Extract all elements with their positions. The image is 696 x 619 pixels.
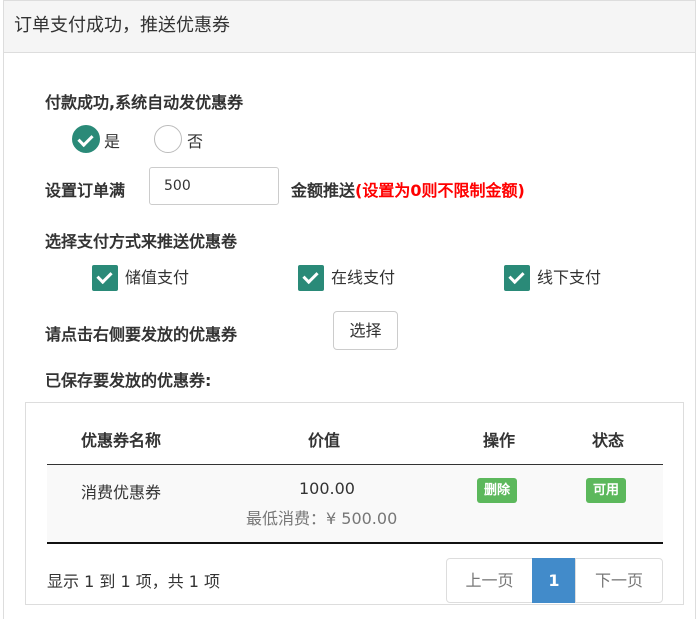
status-badge: 可用 [586, 478, 627, 503]
pager-page-1[interactable]: 1 [532, 558, 576, 603]
checkbox-stored-value-label: 储值支付 [125, 268, 190, 287]
col-coupon-name: 优惠券名称 [81, 431, 162, 450]
col-value: 价值 [308, 431, 341, 450]
checkbox-online-label: 在线支付 [331, 268, 396, 287]
coupon-value-cell: 100.00 [299, 479, 355, 498]
threshold-suffix: 金额推送(设置为0则不限制金额) [291, 177, 525, 201]
panel-title: 订单支付成功，推送优惠券 [4, 1, 695, 53]
threshold-note: (设置为0则不限制金额) [355, 181, 525, 200]
saved-coupons-table: 优惠券名称 价值 操作 状态 消费优惠券 100.00 最低消费：¥ 500.0… [25, 402, 684, 605]
select-coupon-button[interactable]: 选择 [333, 311, 398, 350]
payment-methods-label: 选择支付方式来推送优惠卷 [45, 232, 238, 251]
threshold-prefix: 设置订单满 [45, 181, 126, 200]
saved-coupons-label: 已保存要发放的优惠券: [45, 371, 212, 390]
radio-yes-label: 是 [104, 132, 121, 151]
coupon-min-spend: 最低消费：¥ 500.00 [246, 509, 398, 528]
checkbox-offline[interactable] [504, 265, 530, 291]
coupon-name-cell: 消费优惠券 [81, 483, 162, 502]
select-coupon-label: 请点击右侧要发放的优惠券 [45, 325, 238, 344]
threshold-amount-input[interactable] [149, 167, 279, 205]
checkbox-stored-value[interactable] [92, 265, 118, 291]
col-status: 状态 [592, 431, 625, 450]
coupon-push-panel: 订单支付成功，推送优惠券 付款成功,系统自动发优惠券 是 否 设置订单满 金额推… [3, 0, 696, 619]
radio-no[interactable] [154, 125, 182, 153]
checkbox-online[interactable] [298, 265, 324, 291]
threshold-suffix-text: 金额推送 [291, 181, 356, 200]
radio-no-label: 否 [187, 132, 204, 151]
table-row [47, 465, 663, 542]
pager-prev[interactable]: 上一页 [446, 558, 533, 603]
table-info: 显示 1 到 1 项，共 1 项 [47, 572, 221, 591]
footer-divider [47, 542, 663, 544]
pager-next[interactable]: 下一页 [575, 558, 663, 603]
col-action: 操作 [483, 431, 516, 450]
delete-button[interactable]: 删除 [477, 478, 518, 503]
auto-coupon-label: 付款成功,系统自动发优惠券 [45, 93, 244, 112]
checkbox-offline-label: 线下支付 [537, 268, 602, 287]
radio-yes[interactable] [72, 125, 100, 153]
